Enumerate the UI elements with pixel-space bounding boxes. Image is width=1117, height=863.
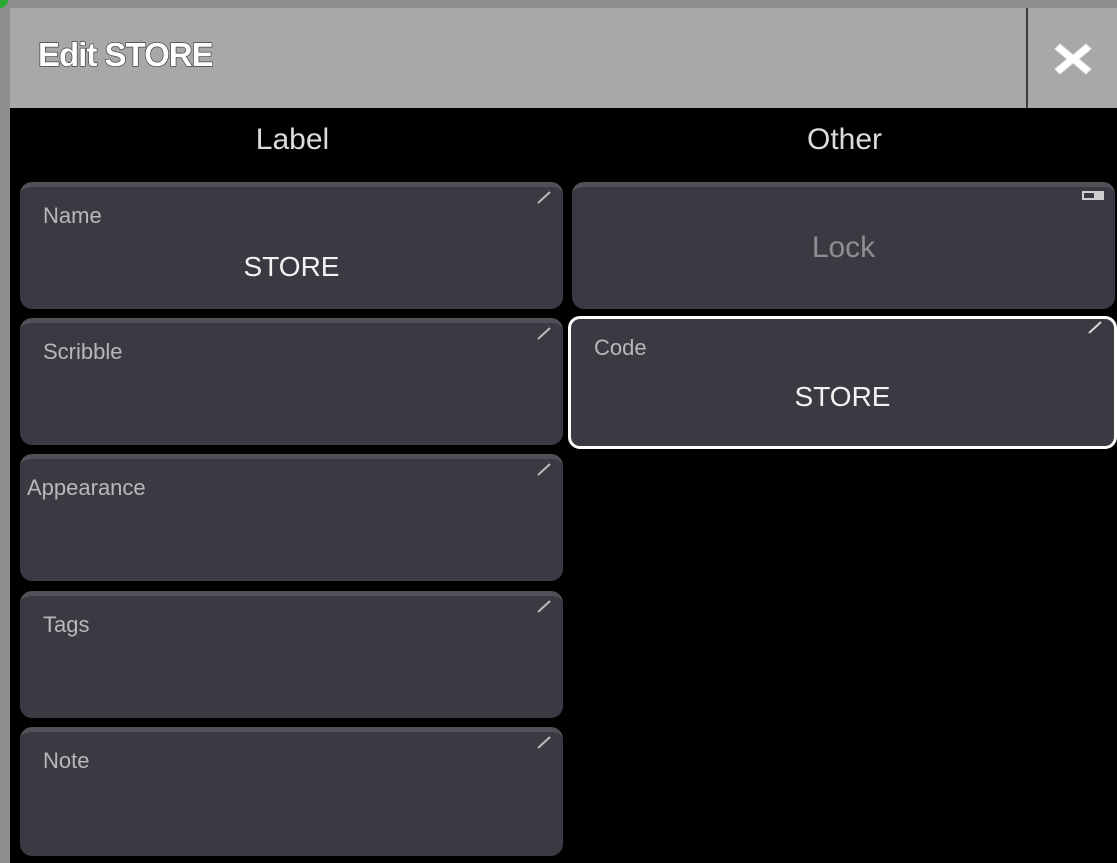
edit-pencil-icon	[537, 463, 551, 476]
dialog-title: Edit STORE	[37, 35, 214, 73]
edit-pencil-icon	[537, 327, 551, 340]
note-field-label: Note	[43, 748, 90, 773]
edit-pencil-icon	[537, 600, 551, 613]
dialog-frame: Edit STORE Label Other Name STORE Scribb…	[0, 0, 1117, 863]
note-field[interactable]: Note	[20, 727, 563, 856]
close-button[interactable]	[1028, 8, 1117, 108]
edit-pencil-icon	[1088, 321, 1102, 334]
close-x-icon	[1054, 43, 1092, 75]
appearance-field[interactable]: Appearance	[20, 454, 563, 581]
code-field-value: STORE	[794, 381, 891, 412]
dialog-content: Label Other Name STORE Scribble Appearan…	[10, 108, 1117, 863]
status-indicator	[0, 0, 8, 8]
scribble-field-label: Scribble	[43, 339, 123, 364]
lock-toggle[interactable]: Lock	[572, 182, 1115, 309]
edit-pencil-icon	[537, 736, 551, 749]
toggle-switch-icon	[1082, 191, 1104, 200]
tags-field-label: Tags	[43, 612, 90, 637]
code-field-label: Code	[594, 335, 647, 360]
lock-label: Lock	[811, 231, 876, 264]
appearance-field-label: Appearance	[27, 475, 146, 500]
name-field-value: STORE	[243, 251, 340, 282]
scribble-field[interactable]: Scribble	[20, 318, 563, 445]
title-bar: Edit STORE	[10, 8, 1117, 108]
edit-pencil-icon	[537, 191, 551, 204]
code-field[interactable]: Code STORE	[568, 316, 1117, 449]
tags-field[interactable]: Tags	[20, 591, 563, 718]
name-field[interactable]: Name STORE	[20, 182, 563, 309]
label-column-header: Label	[255, 123, 330, 156]
other-column-header: Other	[806, 123, 883, 156]
name-field-label: Name	[43, 203, 102, 228]
